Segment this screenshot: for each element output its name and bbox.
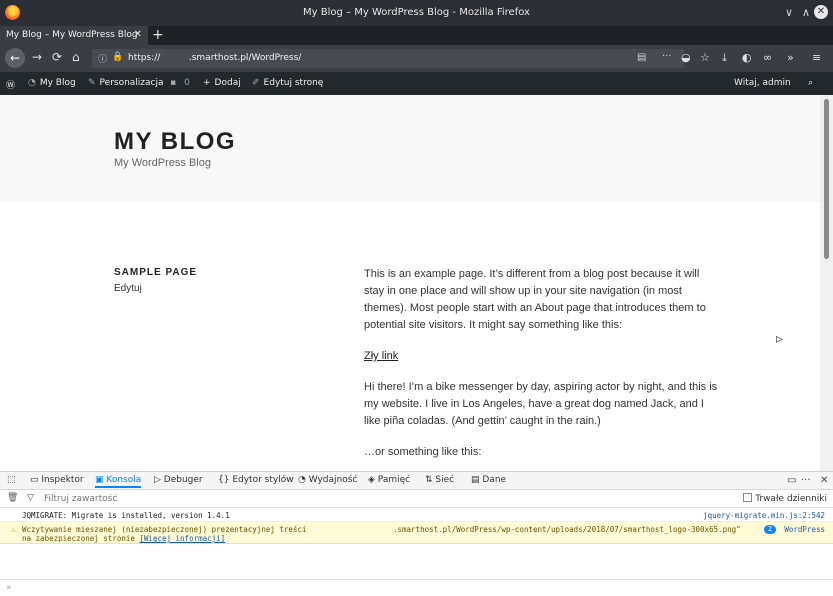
tab-style-editor[interactable]: {} Edytor stylów bbox=[218, 475, 294, 485]
reader-view-icon[interactable]: ▤ bbox=[637, 52, 646, 63]
entry-paragraph: …or something like this: bbox=[364, 446, 482, 458]
minimize-button[interactable]: ∨ bbox=[785, 6, 793, 19]
extension-icon-2[interactable]: ∞ bbox=[763, 51, 772, 64]
admin-account-link[interactable]: Witaj, admin bbox=[734, 78, 791, 88]
overflow-icon[interactable]: » bbox=[787, 51, 794, 64]
broken-link[interactable]: Zły link bbox=[364, 350, 398, 362]
dock-icon[interactable]: ▭ bbox=[787, 475, 796, 486]
mouse-cursor-icon: ▹ bbox=[776, 331, 784, 347]
forward-icon[interactable]: → bbox=[32, 50, 42, 64]
extension-icon[interactable]: ◐ bbox=[742, 51, 752, 64]
window-titlebar: My Blog – My WordPress Blog - Mozilla Fi… bbox=[0, 0, 833, 26]
devtools-tabbar: ⬚ ▭ Inspektor ▣ Konsola ▷ Debuger {} Edy… bbox=[0, 472, 833, 490]
admin-site-link[interactable]: ◔ My Blog bbox=[28, 78, 76, 88]
trash-icon[interactable]: 🗑 bbox=[7, 493, 18, 503]
site-description: My WordPress Blog bbox=[114, 157, 211, 169]
new-tab-button[interactable]: + bbox=[152, 27, 164, 43]
admin-comments-link[interactable]: ▪ 0 bbox=[170, 78, 190, 88]
reload-icon[interactable]: ⟳ bbox=[52, 50, 62, 64]
warning-message-line2: na zabezpieczonej stronie [Więcej inform… bbox=[22, 534, 226, 543]
url-text[interactable]: https:// .smarthost.pl/WordPress/ bbox=[128, 53, 301, 63]
log-source-link[interactable]: jquery-migrate.min.js:2:542 bbox=[703, 511, 825, 520]
admin-edit-page-link[interactable]: ✐ Edytuj stronę bbox=[252, 78, 323, 88]
site-info-icon[interactable]: ⓘ bbox=[98, 52, 107, 65]
warning-source-link[interactable]: WordPress bbox=[784, 525, 825, 534]
warning-url[interactable]: .smarthost.pl/WordPress/wp-content/uploa… bbox=[393, 525, 741, 534]
search-icon[interactable]: ⌕ bbox=[808, 78, 813, 88]
tab-inspector[interactable]: ▭ Inspektor bbox=[30, 475, 84, 485]
entry-title: SAMPLE PAGE bbox=[114, 267, 198, 278]
brush-icon: ✎ bbox=[88, 78, 96, 88]
console-input[interactable] bbox=[18, 582, 818, 595]
filter-icon[interactable]: ▽ bbox=[27, 493, 34, 503]
warning-icon: ⚠ bbox=[11, 525, 16, 534]
pencil-icon: ✐ bbox=[252, 78, 260, 88]
insecure-lock-icon[interactable]: 🔒 bbox=[112, 52, 123, 62]
maximize-button[interactable]: ∧ bbox=[802, 6, 810, 19]
navigation-toolbar: ← → ⟳ ⌂ ⓘ 🔒 https:// .smarthost.pl/WordP… bbox=[0, 45, 833, 72]
page-actions-icon[interactable]: ··· bbox=[662, 51, 672, 62]
tab-debugger[interactable]: ▷ Debuger bbox=[154, 475, 203, 485]
pocket-icon[interactable]: ◒ bbox=[681, 51, 691, 64]
entry-paragraph: This is an example page. It’s different … bbox=[364, 268, 706, 331]
prompt-chevron-icon: » bbox=[6, 583, 12, 593]
tab-strip: My Blog – My WordPress Blog ✕ + bbox=[0, 26, 833, 45]
page-viewport: MY BLOG My WordPress Blog SAMPLE PAGE Ed… bbox=[0, 95, 820, 471]
close-window-button[interactable]: ✕ bbox=[814, 5, 828, 19]
bookmark-star-icon[interactable]: ☆ bbox=[700, 51, 710, 64]
url-bar[interactable]: ⓘ 🔒 https:// .smarthost.pl/WordPress/ ▤ … bbox=[92, 49, 684, 68]
devtools-menu-icon[interactable]: ··· bbox=[801, 475, 811, 486]
browser-tab[interactable]: My Blog – My WordPress Blog ✕ bbox=[0, 26, 148, 45]
tab-performance[interactable]: ◔ Wydajność bbox=[298, 475, 357, 485]
download-icon[interactable]: ⤓ bbox=[722, 51, 727, 65]
page-scrollbar[interactable] bbox=[820, 95, 833, 471]
entry-content: This is an example page. It’s different … bbox=[364, 266, 719, 471]
entry-paragraph: Hi there! I’m a bike messenger by day, a… bbox=[364, 381, 718, 427]
comment-icon: ▪ bbox=[170, 78, 177, 88]
plus-icon: + bbox=[203, 78, 211, 88]
tab-network[interactable]: ⇅ Sieć bbox=[425, 475, 454, 485]
devtools-panel: ⬚ ▭ Inspektor ▣ Konsola ▷ Debuger {} Edy… bbox=[0, 471, 833, 596]
log-message: JQMIGRATE: Migrate is installed, version… bbox=[22, 511, 230, 520]
wordpress-logo-icon[interactable]: Ⓦ bbox=[6, 78, 15, 91]
site-title[interactable]: MY BLOG bbox=[114, 128, 236, 156]
repeat-count-badge: 2 bbox=[764, 525, 776, 534]
admin-add-new-link[interactable]: + Dodaj bbox=[203, 78, 241, 88]
menu-icon[interactable]: ≡ bbox=[812, 51, 821, 64]
tab-title: My Blog – My WordPress Blog bbox=[6, 30, 138, 40]
tab-storage[interactable]: ▤ Dane bbox=[471, 475, 506, 485]
filter-input[interactable] bbox=[44, 493, 644, 505]
back-button[interactable]: ← bbox=[5, 48, 25, 68]
console-log-row: JQMIGRATE: Migrate is installed, version… bbox=[0, 508, 833, 522]
tab-close-icon[interactable]: ✕ bbox=[134, 29, 142, 40]
persist-logs-checkbox[interactable]: Trwałe dzienniki bbox=[743, 493, 827, 504]
console-input-line: » bbox=[0, 579, 833, 596]
wp-admin-bar: Ⓦ ◔ My Blog ✎ Personalizacja ▪ 0 + Dodaj ✐ Ed… bbox=[0, 72, 833, 95]
edit-entry-link[interactable]: Edytuj bbox=[114, 283, 142, 294]
more-info-link[interactable]: [Więcej informacji] bbox=[139, 534, 225, 543]
home-icon[interactable]: ⌂ bbox=[72, 50, 80, 64]
console-filterbar: 🗑 ▽ Trwałe dzienniki bbox=[0, 490, 833, 508]
admin-customize-link[interactable]: ✎ Personalizacja bbox=[88, 78, 164, 88]
element-picker-icon[interactable]: ⬚ bbox=[7, 475, 16, 485]
devtools-close-icon[interactable]: ✕ bbox=[820, 475, 828, 486]
console-warning-row: ⚠ Wczytywanie mieszanej (niezabezpieczon… bbox=[0, 522, 833, 544]
window-title: My Blog – My WordPress Blog - Mozilla Fi… bbox=[303, 7, 530, 18]
scrollbar-thumb[interactable] bbox=[824, 99, 829, 259]
warning-message-line1: Wczytywanie mieszanej (niezabezpieczonej… bbox=[22, 525, 307, 534]
tab-memory[interactable]: ◈ Pamięć bbox=[368, 475, 410, 485]
dashboard-icon: ◔ bbox=[28, 78, 36, 88]
tab-console[interactable]: ▣ Konsola bbox=[95, 475, 142, 488]
